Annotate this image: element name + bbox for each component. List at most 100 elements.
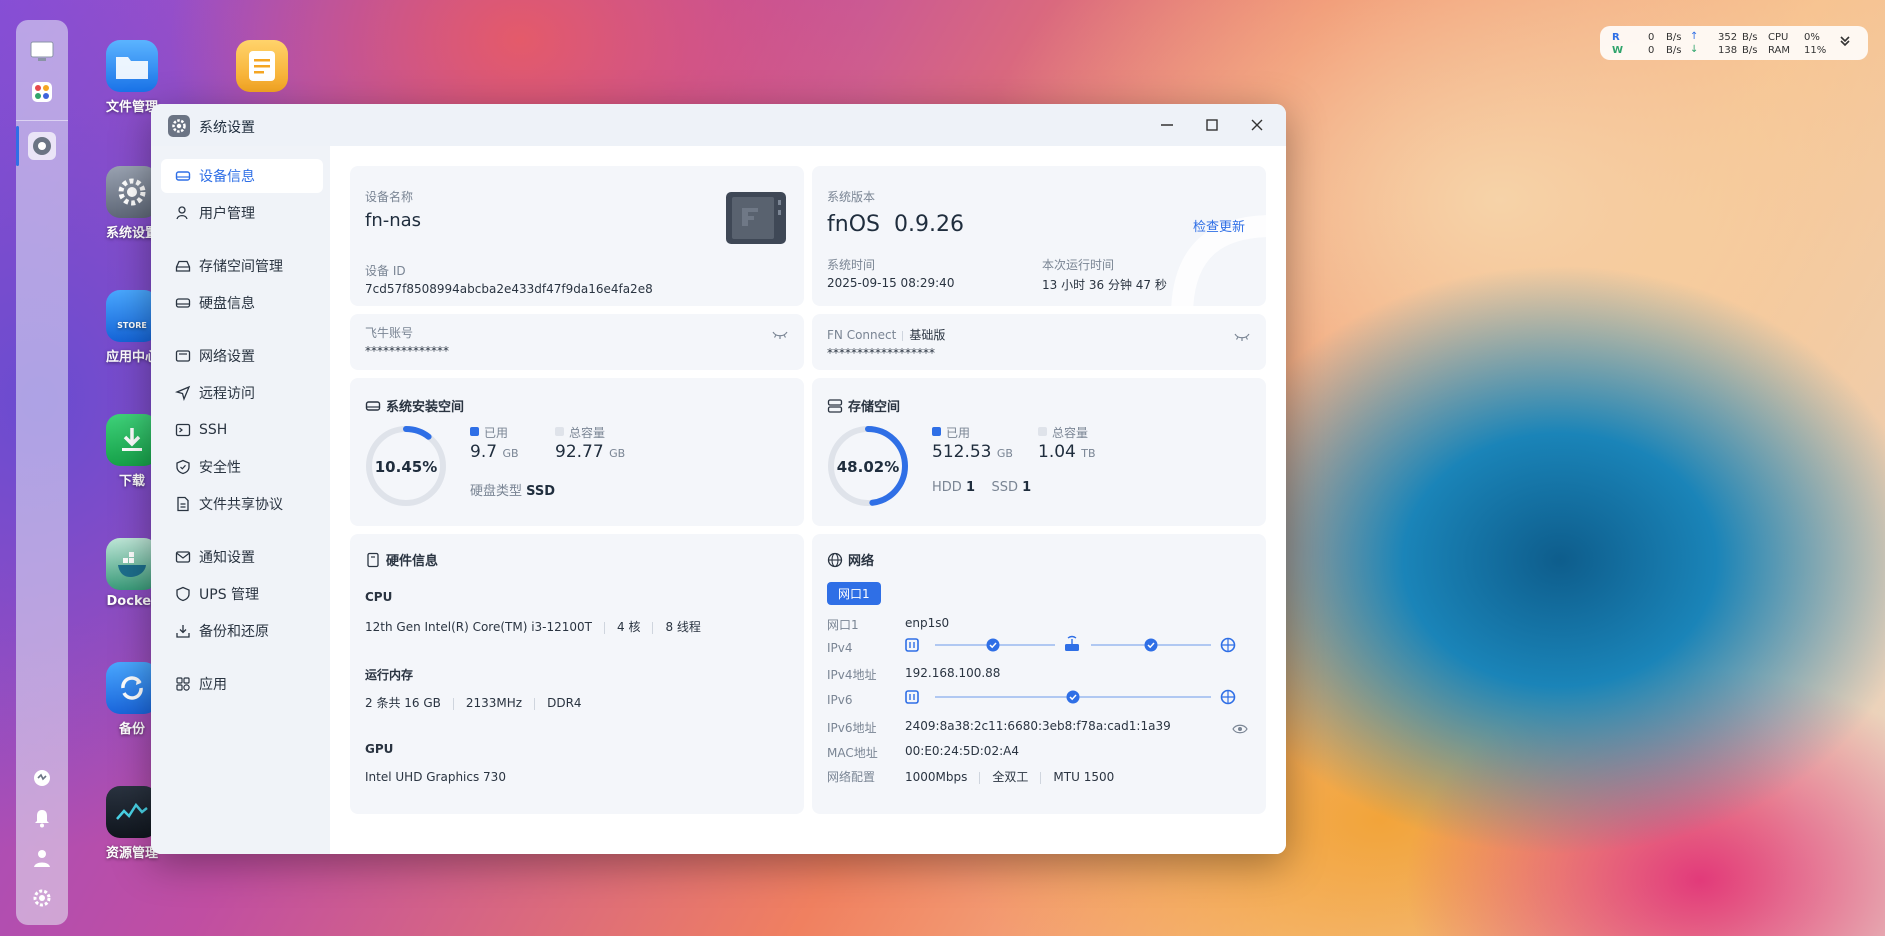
sidebar-item-remote-access[interactable]: 远程访问 — [161, 376, 323, 410]
account-card: 飞牛账号 ************** — [350, 314, 804, 370]
nas-icon — [905, 690, 919, 704]
cpu-cores: 4 核 — [617, 620, 641, 634]
total-value: 1.04 TB — [1038, 442, 1096, 462]
hardware-title: 硬件信息 — [365, 550, 438, 569]
write-unit: B/s — [1666, 45, 1682, 56]
total-label: 总容量 — [1052, 426, 1089, 440]
sidebar-item-label: SSH — [199, 422, 228, 438]
total-number: 92.77 — [555, 442, 604, 462]
mac-label: MAC地址 — [827, 746, 878, 760]
system-version: fnOS 0.9.26 — [827, 212, 964, 237]
sidebar-item-users[interactable]: 用户管理 — [161, 196, 323, 230]
bell-icon[interactable] — [28, 804, 56, 832]
total-unit: TB — [1081, 447, 1096, 460]
sidebar-item-network[interactable]: 网络设置 — [161, 339, 323, 373]
sidebar-item-label: 存储空间管理 — [199, 259, 283, 275]
used-label: 已用 — [484, 426, 509, 440]
sidebar-item-file-sharing[interactable]: 文件共享协议 — [161, 487, 323, 521]
app-grid-icon[interactable] — [28, 78, 56, 106]
chevron-double-down-icon[interactable] — [1838, 34, 1852, 51]
hardware-title-text: 硬件信息 — [386, 554, 439, 569]
apps-icon — [175, 676, 191, 692]
network-title: 网络 — [827, 550, 874, 569]
ram-label: RAM — [1768, 45, 1791, 56]
device-id: 7cd57f8508994abcba2e433df47f9da16e4fa2e8 — [365, 282, 653, 296]
cpu-model: 12th Gen Intel(R) Core(TM) i3-12100T — [365, 620, 593, 634]
sidebar-item-label: 应用 — [199, 677, 227, 693]
notepad-icon — [236, 40, 288, 92]
cpu-threads: 8 线程 — [665, 620, 701, 634]
eye-icon[interactable] — [1232, 720, 1248, 739]
check-circle-icon — [986, 638, 1000, 652]
disk-counts: HDD 1 SSD 1 — [932, 480, 1031, 495]
disk-icon — [175, 295, 191, 311]
settings-content: 设备名称 fn-nas 设备 ID 7cd57f8508994abcba2e43… — [330, 146, 1286, 854]
duplex-mode: 全双工 — [992, 770, 1029, 784]
sidebar-item-storage[interactable]: 存储空间管理 — [161, 249, 323, 283]
used-label: 已用 — [946, 426, 971, 440]
port-value: enp1s0 — [905, 616, 950, 630]
ipv6-label: IPv6 — [827, 693, 853, 707]
mac-address: 00:E0:24:5D:02:A4 — [905, 744, 1019, 758]
settings-app-icon[interactable] — [28, 132, 56, 160]
memory-info: 2 条共 16 GB 2133MHz DDR4 — [365, 694, 582, 711]
write-label: W — [1612, 45, 1624, 56]
total-legend-swatch — [555, 427, 564, 436]
sidebar-item-apps[interactable]: 应用 — [161, 667, 323, 701]
ram-value: 11% — [1804, 45, 1827, 56]
account-label: 飞牛账号 — [365, 326, 414, 340]
maximize-button[interactable] — [1203, 116, 1221, 134]
device-icon — [175, 168, 191, 184]
storage-space-title-text: 存储空间 — [848, 400, 901, 415]
sidebar-item-label: 备份和还原 — [199, 624, 269, 640]
gear-icon[interactable] — [28, 884, 56, 912]
download-arrow-icon: ↓ — [1690, 44, 1699, 55]
ipv6-status-path — [905, 686, 1250, 708]
hdd-label: HDD — [932, 480, 962, 495]
mail-icon — [175, 549, 191, 565]
system-time-label: 系统时间 — [827, 258, 876, 272]
sidebar-item-disks[interactable]: 硬盘信息 — [161, 286, 323, 320]
used-legend-swatch — [932, 427, 941, 436]
check-circle-icon — [1144, 638, 1158, 652]
settings-window-icon — [168, 115, 190, 137]
eye-closed-icon[interactable] — [772, 326, 788, 345]
fn-connect-value: ****************** — [827, 346, 935, 360]
eye-closed-icon[interactable] — [1234, 328, 1250, 347]
sync-icon[interactable] — [28, 764, 56, 792]
window-titlebar[interactable]: 系统设置 — [151, 104, 1286, 146]
mtu: MTU 1500 — [1053, 770, 1115, 784]
globe-icon — [827, 552, 843, 567]
sidebar-item-notifications[interactable]: 通知设置 — [161, 540, 323, 574]
total-unit: GB — [609, 447, 626, 460]
close-button[interactable] — [1248, 116, 1266, 134]
fn-connect-card: FN Connect 基础版 ****************** — [812, 314, 1266, 370]
desktop-icon[interactable] — [28, 38, 56, 66]
check-update-link[interactable]: 检查更新 — [1193, 216, 1245, 235]
device-name-label: 设备名称 — [365, 190, 414, 204]
sidebar-item-ups[interactable]: UPS 管理 — [161, 577, 323, 611]
system-monitor-widget[interactable]: R W 0 0 B/s B/s ↑ ↓ 352 138 B/s B/s CPU … — [1600, 26, 1868, 60]
network-config: 1000Mbps 全双工 MTU 1500 — [905, 768, 1114, 785]
uptime-label: 本次运行时间 — [1042, 258, 1115, 272]
sidebar-item-security[interactable]: 安全性 — [161, 450, 323, 484]
uptime: 13 小时 36 分钟 47 秒 — [1042, 278, 1167, 292]
user-icon[interactable] — [28, 844, 56, 872]
storage-space-title: 存储空间 — [827, 396, 900, 415]
nas-icon — [905, 638, 919, 652]
desktop-app-notes[interactable] — [217, 40, 307, 96]
tab-port-1[interactable]: 网口1 — [827, 582, 881, 605]
dock — [16, 20, 68, 925]
ups-icon — [175, 586, 191, 602]
sidebar-item-device-info[interactable]: 设备信息 — [161, 159, 323, 193]
sidebar-item-backup-restore[interactable]: 备份和还原 — [161, 614, 323, 648]
terminal-icon — [175, 422, 191, 438]
device-id-label: 设备 ID — [365, 264, 406, 278]
system-time: 2025-09-15 08:29:40 — [827, 276, 955, 290]
disk-type: 硬盘类型 SSD — [470, 480, 555, 499]
used-number: 9.7 — [470, 442, 498, 462]
cpu-label: CPU — [365, 590, 393, 604]
minimize-button[interactable] — [1158, 116, 1176, 134]
sidebar-item-ssh[interactable]: SSH — [161, 413, 323, 447]
sidebar-item-label: UPS 管理 — [199, 587, 260, 603]
